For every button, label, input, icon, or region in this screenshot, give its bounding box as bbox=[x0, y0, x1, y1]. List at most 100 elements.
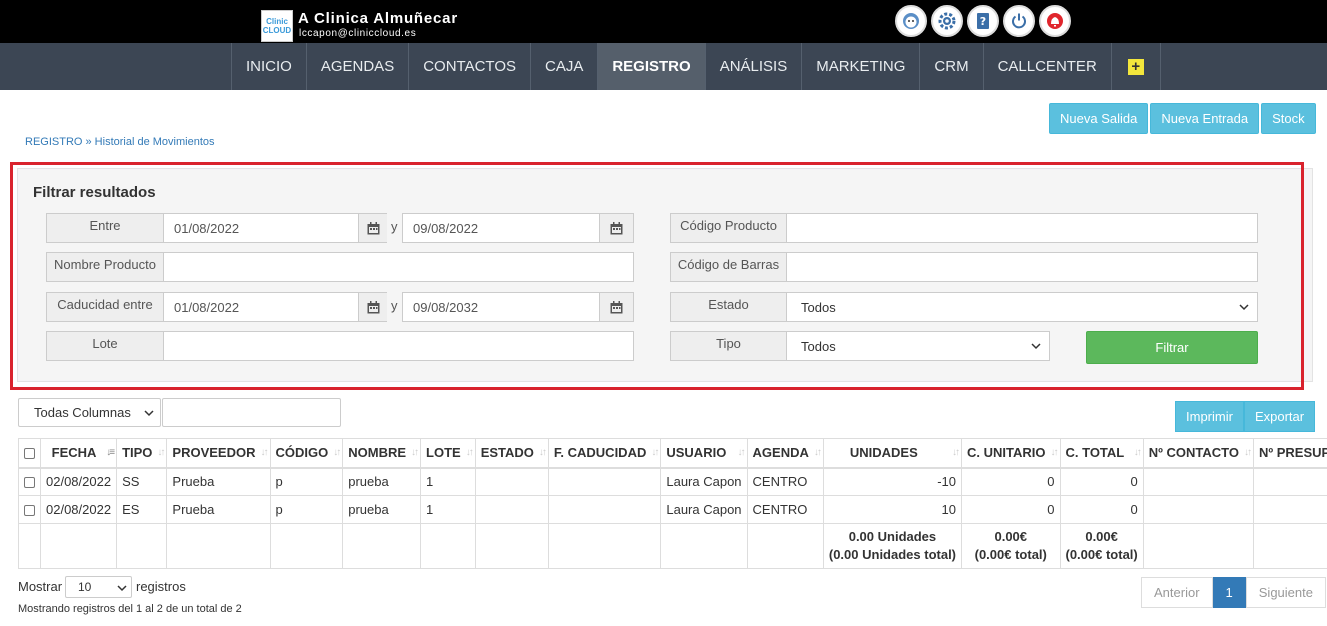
mostrar-label: Mostrar bbox=[18, 579, 63, 594]
nav-contactos[interactable]: CONTACTOS bbox=[408, 43, 530, 90]
calendar-icon[interactable] bbox=[358, 213, 387, 243]
pager-next[interactable]: Siguiente bbox=[1245, 577, 1326, 608]
cell-num-presupuesto bbox=[1252, 495, 1327, 524]
total-unidades: 0.00 Unidades (0.00 Unidades total) bbox=[822, 523, 963, 569]
cell-tipo: SS bbox=[116, 467, 168, 496]
col-proveedor[interactable]: PROVEEDOR ↓↑ bbox=[166, 438, 271, 469]
table-row[interactable]: 02/08/2022 ES Prueba p prueba 1 Laura Ca… bbox=[18, 495, 1327, 524]
nav-marketing[interactable]: MARKETING bbox=[801, 43, 919, 90]
row-select-cell bbox=[18, 495, 41, 524]
cell-num-contacto bbox=[1142, 495, 1254, 524]
cell-fecha: 02/08/2022 bbox=[39, 467, 118, 496]
cell-coste-unitario: 0 bbox=[961, 467, 1061, 496]
codigo-barras-label: Código de Barras bbox=[670, 252, 787, 282]
cell-proveedor: Prueba bbox=[166, 495, 271, 524]
col-tipo[interactable]: TIPO ↓↑ bbox=[116, 438, 168, 469]
caducidad-to-input[interactable]: 09/08/2032 bbox=[402, 292, 600, 322]
pager-page-1[interactable]: 1 bbox=[1212, 577, 1246, 608]
calendar-icon[interactable] bbox=[358, 292, 387, 322]
cell-fecha: 02/08/2022 bbox=[39, 495, 118, 524]
cell-lote: 1 bbox=[420, 467, 476, 496]
nav-callcenter[interactable]: CALLCENTER bbox=[982, 43, 1111, 90]
col-codigo[interactable]: CÓDIGO ↓↑ bbox=[269, 438, 344, 469]
table-info: Mostrando registros del 1 al 2 de un tot… bbox=[18, 603, 242, 615]
cell-estado bbox=[474, 467, 549, 496]
estado-select[interactable]: Todos bbox=[786, 292, 1258, 322]
columns-select[interactable]: Todas Columnas bbox=[18, 398, 161, 427]
cell-proveedor: Prueba bbox=[166, 467, 271, 496]
nombre-producto-input[interactable] bbox=[163, 252, 634, 282]
filtrar-button[interactable]: Filtrar bbox=[1086, 331, 1258, 364]
col-nombre[interactable]: NOMBRE ↓↑ bbox=[342, 438, 422, 469]
columns-select-value: Todas Columnas bbox=[34, 405, 131, 420]
power-icon[interactable] bbox=[1003, 5, 1035, 37]
row-checkbox[interactable] bbox=[24, 505, 35, 517]
imprimir-button[interactable]: Imprimir bbox=[1175, 401, 1244, 432]
nav-inicio[interactable]: INICIO bbox=[231, 43, 306, 90]
table-row[interactable]: 02/08/2022 SS Prueba p prueba 1 Laura Ca… bbox=[18, 467, 1327, 496]
chevron-down-icon bbox=[1031, 343, 1041, 350]
nav-caja[interactable]: CAJA bbox=[530, 43, 597, 90]
clinic-name: A Clinica Almuñecar bbox=[298, 10, 458, 27]
chevron-down-icon bbox=[144, 410, 154, 417]
col-num-contacto[interactable]: Nº CONTACTO ↓↑ bbox=[1142, 438, 1254, 469]
cell-agenda: CENTRO bbox=[746, 495, 824, 524]
col-estado[interactable]: ESTADO ↓↑ bbox=[474, 438, 549, 469]
exportar-button[interactable]: Exportar bbox=[1243, 401, 1316, 432]
col-fecha[interactable]: FECHA ↓≡ bbox=[39, 438, 118, 469]
col-num-presupuesto[interactable]: Nº PRESUPUESTO bbox=[1252, 438, 1327, 469]
cell-lote: 1 bbox=[420, 495, 476, 524]
nav-analisis[interactable]: ANÁLISIS bbox=[704, 43, 802, 90]
tipo-select[interactable]: Todos bbox=[786, 331, 1050, 361]
col-coste-unitario[interactable]: C. UNITARIO ↓↑ bbox=[961, 438, 1061, 469]
help-icon[interactable]: ? bbox=[967, 5, 999, 37]
entre-to-input[interactable]: 09/08/2022 bbox=[402, 213, 600, 243]
cell-usuario: Laura Capon bbox=[660, 495, 748, 524]
pager-previous[interactable]: Anterior bbox=[1141, 577, 1213, 608]
col-lote[interactable]: LOTE ↓↑ bbox=[420, 438, 476, 469]
row-checkbox[interactable] bbox=[24, 477, 35, 489]
calendar-icon[interactable] bbox=[599, 213, 634, 243]
select-all-cell bbox=[18, 438, 41, 469]
nav-crm[interactable]: CRM bbox=[919, 43, 982, 90]
cell-tipo: ES bbox=[116, 495, 168, 524]
stock-button[interactable]: Stock bbox=[1261, 103, 1316, 134]
plus-icon: + bbox=[1127, 58, 1144, 75]
col-coste-total[interactable]: C. TOTAL ↓↑ bbox=[1059, 438, 1144, 469]
nueva-salida-button[interactable]: Nueva Salida bbox=[1049, 103, 1149, 134]
chevron-down-icon bbox=[1239, 304, 1249, 311]
page-size-select[interactable]: 10 bbox=[65, 576, 132, 598]
totals-row: 0.00 Unidades (0.00 Unidades total) 0.00€… bbox=[18, 523, 1327, 569]
nav-add-button[interactable]: + bbox=[1110, 43, 1161, 90]
cell-fecha-caducidad bbox=[547, 467, 662, 496]
avatar-icon[interactable] bbox=[895, 5, 927, 37]
nombre-producto-label: Nombre Producto bbox=[46, 252, 164, 282]
codigo-barras-input[interactable] bbox=[786, 252, 1258, 282]
action-buttons: Nueva Salida Nueva Entrada Stock bbox=[1049, 103, 1316, 134]
caducidad-from-input[interactable]: 01/08/2022 bbox=[163, 292, 359, 322]
lote-input[interactable] bbox=[163, 331, 634, 361]
filter-title: Filtrar resultados bbox=[33, 184, 156, 201]
select-all-checkbox[interactable] bbox=[24, 448, 35, 460]
entre-from-input[interactable]: 01/08/2022 bbox=[163, 213, 359, 243]
nav-agendas[interactable]: AGENDAS bbox=[305, 43, 408, 90]
gear-icon[interactable] bbox=[931, 5, 963, 37]
breadcrumb[interactable]: REGISTRO » Historial de Movimientos bbox=[25, 136, 215, 148]
codigo-producto-input[interactable] bbox=[786, 213, 1258, 243]
col-fecha-caducidad[interactable]: F. CADUCIDAD ↓↑ bbox=[547, 438, 662, 469]
estado-label: Estado bbox=[670, 292, 787, 322]
col-usuario[interactable]: USUARIO ↓↑ bbox=[660, 438, 748, 469]
export-buttons: Imprimir Exportar bbox=[1175, 401, 1316, 432]
col-unidades[interactable]: UNIDADES ↓↑ bbox=[822, 438, 963, 469]
calendar-icon[interactable] bbox=[599, 292, 634, 322]
range-separator: y bbox=[391, 298, 398, 313]
nav-registro[interactable]: REGISTRO bbox=[597, 43, 705, 90]
cell-agenda: CENTRO bbox=[746, 467, 824, 496]
nueva-entrada-button[interactable]: Nueva Entrada bbox=[1150, 103, 1260, 134]
cell-unidades: 10 bbox=[822, 495, 963, 524]
table-header-row: FECHA ↓≡ TIPO ↓↑ PROVEEDOR ↓↑ CÓDIGO ↓↑ NOMB… bbox=[18, 438, 1327, 469]
cell-fecha-caducidad bbox=[547, 495, 662, 524]
col-agenda[interactable]: AGENDA ↓↑ bbox=[746, 438, 824, 469]
table-search-input[interactable] bbox=[162, 398, 341, 427]
alert-bell-icon[interactable] bbox=[1039, 5, 1071, 37]
